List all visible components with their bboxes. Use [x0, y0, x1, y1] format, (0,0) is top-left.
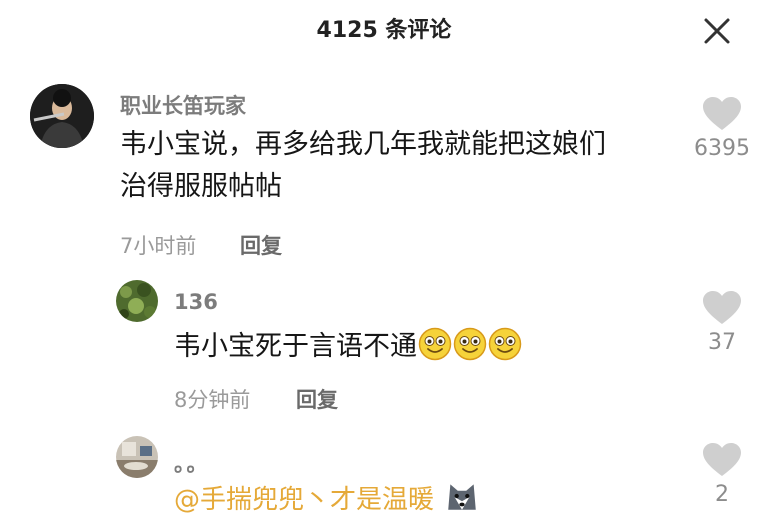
avatar[interactable]	[30, 84, 94, 148]
comment-time: 8分钟前	[174, 388, 251, 412]
comment-text-line: 韦小宝说，再多给我几年我就能把这娘们	[120, 129, 606, 160]
comment-username[interactable]: 136	[174, 290, 218, 314]
comment-text-body: 韦小宝死于言语不通	[174, 331, 417, 362]
heart-icon	[703, 291, 741, 324]
comment-username[interactable]: 。。	[174, 448, 210, 478]
reply-button[interactable]: 回复	[296, 384, 338, 414]
green-leaf-avatar-icon	[116, 280, 158, 322]
flute-player-avatar-icon	[30, 84, 94, 148]
husky-emoji-icon	[447, 484, 476, 510]
avatar[interactable]	[116, 280, 158, 322]
grin-emoji-icon	[453, 327, 487, 361]
like-count: 37	[708, 330, 736, 355]
comment-count-title: 4125 条评论	[316, 18, 452, 43]
reply-button[interactable]: 回复	[240, 230, 282, 260]
grin-emoji-icon	[488, 327, 522, 361]
comment-time: 7小时前	[120, 234, 197, 258]
comment-text: 韦小宝说，再多给我几年我就能把这娘们 治得服服帖帖	[120, 124, 606, 208]
avatar[interactable]	[116, 436, 158, 478]
comment-text-line: 治得服服帖帖	[120, 171, 282, 202]
like-count: 2	[715, 482, 729, 507]
comment-username[interactable]: 职业长笛玩家	[120, 90, 246, 120]
like-count: 6395	[694, 136, 750, 161]
room-photo-avatar-icon	[116, 436, 158, 478]
comments-header: 4125 条评论	[0, 0, 768, 56]
comment-text: 韦小宝死于言语不通	[174, 326, 522, 368]
comment-text: @手揣兜兜丶才是温暖	[174, 478, 480, 521]
like-button[interactable]: 6395	[682, 96, 762, 161]
close-icon[interactable]	[700, 14, 734, 48]
heart-icon	[703, 443, 741, 476]
grin-emoji-icon	[418, 327, 452, 361]
heart-icon	[703, 97, 741, 130]
like-button[interactable]: 2	[682, 442, 762, 507]
like-button[interactable]: 37	[682, 290, 762, 355]
mention-link[interactable]: @手揣兜兜丶才是温暖	[174, 485, 434, 515]
